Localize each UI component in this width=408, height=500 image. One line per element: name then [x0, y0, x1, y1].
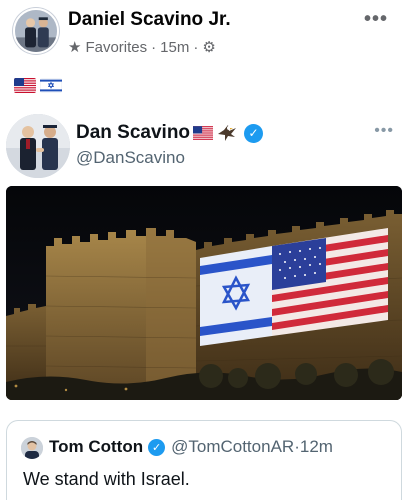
israel-flag-icon	[40, 78, 62, 93]
us-flag-icon	[14, 78, 36, 93]
eagle-icon	[218, 125, 237, 141]
tweet-photo[interactable]	[6, 186, 402, 400]
quoted-tweet[interactable]: Tom Cotton ✓ @TomCottonAR · 12m We stand…	[6, 420, 402, 500]
quoted-tweet-header: Tom Cotton ✓ @TomCottonAR · 12m	[49, 437, 333, 457]
quoted-author-name[interactable]: Tom Cotton	[49, 437, 143, 457]
projected-us-flag	[272, 228, 388, 336]
post-meta: ★ Favorites · 15m · ⚙	[68, 38, 216, 57]
meta-separator-2: ·	[193, 38, 199, 56]
post-more-button[interactable]: •••	[364, 8, 388, 31]
verified-badge-icon: ✓	[244, 123, 264, 143]
post-time[interactable]: 15m	[160, 39, 189, 56]
embedded-tweet[interactable]: Dan Scavino ✓ @DanScavino ••• Tom Cotton…	[0, 108, 408, 500]
audience-label[interactable]: Favorites	[85, 39, 147, 56]
favorites-star-icon: ★	[68, 39, 82, 56]
tweet-author-handle[interactable]: @DanScavino	[76, 148, 185, 168]
audience-gear-icon[interactable]: ⚙	[202, 38, 215, 56]
tweet-more-button[interactable]: •••	[374, 122, 394, 140]
tweet-author-avatar[interactable]	[6, 114, 70, 178]
tweet-name-row: Dan Scavino ✓	[76, 122, 264, 144]
tweet-avatar-photo	[6, 114, 70, 178]
tweet-author-name[interactable]: Dan Scavino	[76, 122, 190, 144]
author-name[interactable]: Daniel Scavino Jr.	[68, 9, 231, 31]
quoted-author-handle[interactable]: @TomCottonAR	[171, 437, 294, 457]
post-text	[14, 78, 62, 93]
projected-israel-flag	[200, 246, 272, 346]
post-header: Daniel Scavino Jr. ★ Favorites · 15m · ⚙…	[0, 0, 408, 62]
author-avatar[interactable]	[13, 8, 59, 54]
quoted-tweet-text: We stand with Israel.	[23, 469, 190, 489]
meta-separator: ·	[151, 38, 157, 56]
tweet-photo-image	[6, 186, 402, 400]
verified-badge-icon: ✓	[148, 438, 166, 456]
quoted-author-avatar[interactable]	[21, 437, 43, 459]
author-avatar-photo	[15, 10, 57, 52]
quoted-avatar-photo	[21, 437, 43, 459]
us-flag-icon	[193, 126, 214, 140]
quoted-time[interactable]: 12m	[300, 437, 333, 457]
